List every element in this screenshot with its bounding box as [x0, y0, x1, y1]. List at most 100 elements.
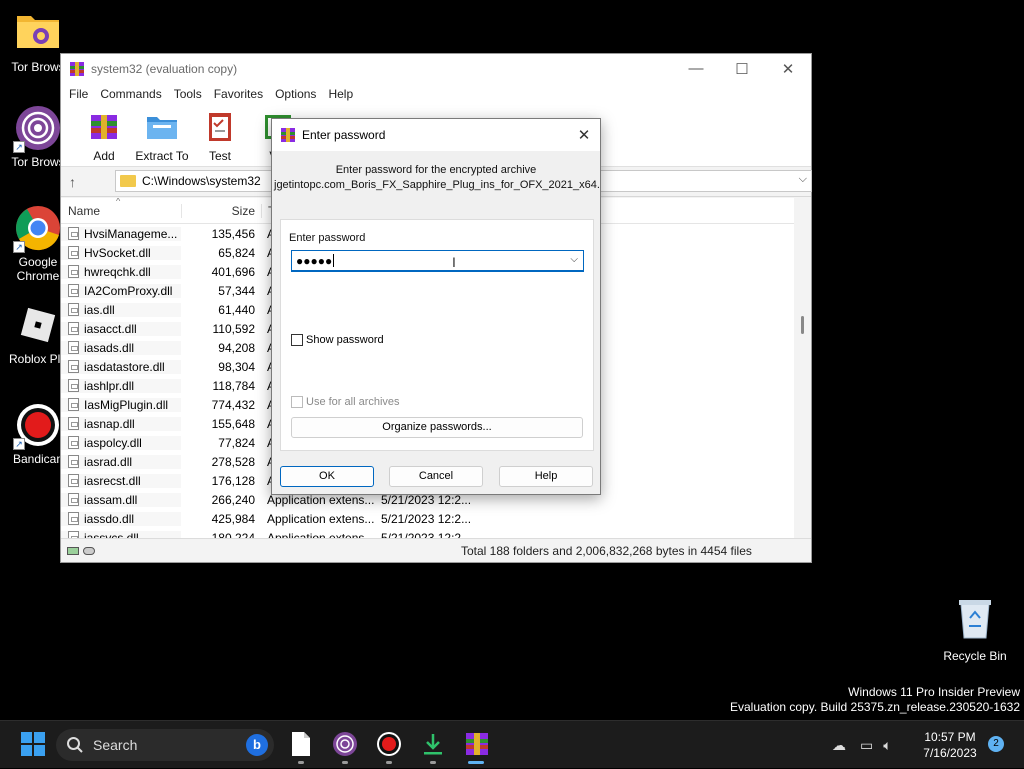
status-icons [61, 546, 101, 555]
file-size: 774,432 [211, 397, 255, 412]
file-name: iasads.dll [84, 340, 135, 355]
taskbar-tor-browser[interactable] [332, 731, 358, 757]
ok-button[interactable]: OK [280, 466, 374, 487]
password-input[interactable]: ●●●●● I ⌵ [291, 250, 584, 272]
file-name: IasMigPlugin.dll [84, 397, 169, 412]
test-button[interactable]: Test [191, 109, 249, 163]
search-icon [67, 737, 83, 753]
column-size[interactable]: Size [181, 203, 261, 218]
dll-file-icon [68, 398, 79, 411]
dll-file-icon [68, 227, 79, 240]
start-button[interactable] [20, 731, 46, 757]
taskbar-downloader[interactable] [420, 731, 446, 757]
organize-passwords-button[interactable]: Organize passwords... [291, 417, 583, 438]
notification-badge[interactable]: 2 [988, 736, 1004, 752]
menu-tools[interactable]: Tools [168, 87, 208, 101]
file-name: ias.dll [84, 302, 115, 317]
taskbar-file-explorer[interactable] [289, 731, 315, 757]
scrollbar-thumb[interactable] [801, 316, 804, 334]
use-for-all-archives-checkbox[interactable]: Use for all archives [291, 396, 400, 408]
winrar-icon [281, 128, 295, 142]
column-name[interactable]: ^ Name [61, 198, 181, 218]
text-caret [333, 254, 335, 267]
dialog-close-icon[interactable]: ✕ [568, 126, 600, 144]
winrar-icon [466, 733, 488, 755]
maximize-button[interactable]: ☐ [719, 54, 765, 83]
desktop-icon-recycle-bin[interactable]: Recycle Bin [940, 596, 1010, 663]
dll-file-icon [68, 246, 79, 259]
ibeam-cursor-icon: I [452, 254, 456, 270]
cloud-offline-icon[interactable]: ☁ [832, 737, 846, 754]
watermark-line-2: Evaluation copy. Build 25375.zn_release.… [730, 700, 1020, 714]
password-value: ●●●●● [296, 253, 333, 268]
menu-commands[interactable]: Commands [94, 87, 167, 101]
dll-file-icon [68, 284, 79, 297]
winrar-icon [70, 61, 84, 76]
file-row[interactable]: iassdo.dll 425,984 Application extens... 5/… [61, 509, 795, 528]
dll-file-icon [68, 341, 79, 354]
minimize-button[interactable]: — [673, 54, 719, 83]
menu-file[interactable]: File [63, 87, 94, 101]
volume-icon[interactable]: 🔈︎ [883, 737, 891, 754]
taskbar-winrar[interactable] [464, 731, 490, 757]
show-password-checkbox[interactable]: Show password [291, 334, 384, 346]
password-group: Enter password ●●●●● I ⌵ Show password U… [280, 219, 594, 451]
maximize-icon: ☐ [735, 60, 749, 78]
tor-browser-icon: ↗ [13, 105, 61, 153]
file-type: Application extens... [267, 511, 375, 526]
watermark-line-1: Windows 11 Pro Insider Preview [848, 685, 1020, 699]
chevron-down-icon[interactable]: ⌵ [570, 254, 578, 265]
extract-to-label: Extract To [135, 149, 189, 163]
file-name-cell: hwreqchk.dll [61, 264, 181, 279]
file-name: HvSocket.dll [84, 245, 151, 260]
message-line-1: Enter password for the encrypted archive [335, 164, 537, 176]
close-icon: ✕ [781, 60, 795, 78]
chevron-down-icon[interactable]: ⌵ [799, 173, 807, 186]
up-folder-icon[interactable]: ↑ [69, 174, 97, 190]
menu-favorites[interactable]: Favorites [208, 87, 269, 101]
extract-folder-icon [147, 117, 177, 139]
file-name: iasdatastore.dll [84, 359, 165, 374]
dll-file-icon [68, 265, 79, 278]
file-name: iassam.dll [84, 492, 138, 507]
bing-icon[interactable]: b [246, 734, 268, 756]
file-size: 278,528 [211, 454, 255, 469]
add-button[interactable]: Add [75, 109, 133, 163]
clock-date: 7/16/2023 [923, 746, 977, 760]
checkbox-box [291, 334, 303, 346]
file-name-cell: iasacct.dll [61, 321, 181, 336]
drive-icon [67, 546, 79, 555]
status-bar: Total 188 folders and 2,006,832,268 byte… [61, 538, 811, 562]
file-name: hwreqchk.dll [84, 264, 151, 279]
dll-file-icon [68, 417, 79, 430]
taskbar-bandicam[interactable] [376, 731, 402, 757]
close-button[interactable]: ✕ [765, 54, 811, 83]
use-for-all-label: Use for all archives [306, 396, 400, 408]
dialog-titlebar[interactable]: Enter password ✕ [272, 119, 600, 151]
search-label: Search [93, 737, 138, 753]
cancel-button[interactable]: Cancel [389, 466, 483, 487]
dll-file-icon [68, 493, 79, 506]
taskbar-search[interactable]: Search b [56, 729, 274, 761]
vertical-scrollbar[interactable] [794, 198, 811, 539]
menu-help[interactable]: Help [322, 87, 359, 101]
menu-options[interactable]: Options [269, 87, 322, 101]
test-clipboard-icon [209, 113, 231, 141]
taskbar-clock[interactable]: 10:57 PM 7/16/2023 [916, 729, 984, 761]
file-name-cell: iasnap.dll [61, 416, 181, 431]
show-password-label: Show password [306, 334, 384, 346]
network-icon[interactable]: ▭ [860, 737, 873, 754]
file-size: 118,784 [212, 378, 256, 393]
clock-time: 10:57 PM [924, 730, 976, 744]
folder-icon [120, 175, 136, 187]
file-name-cell: iasrad.dll [61, 454, 181, 469]
window-titlebar[interactable]: system32 (evaluation copy) — ☐ ✕ [61, 54, 811, 83]
file-size: 425,984 [211, 511, 255, 526]
extract-to-button[interactable]: Extract To [133, 109, 191, 163]
dll-file-icon [68, 512, 79, 525]
dll-file-icon [68, 436, 79, 449]
column-name-label: Name [68, 203, 101, 218]
help-button[interactable]: Help [499, 466, 593, 487]
key-icon [83, 546, 95, 555]
enter-password-dialog: Enter password ✕ Enter password for the … [271, 118, 601, 495]
